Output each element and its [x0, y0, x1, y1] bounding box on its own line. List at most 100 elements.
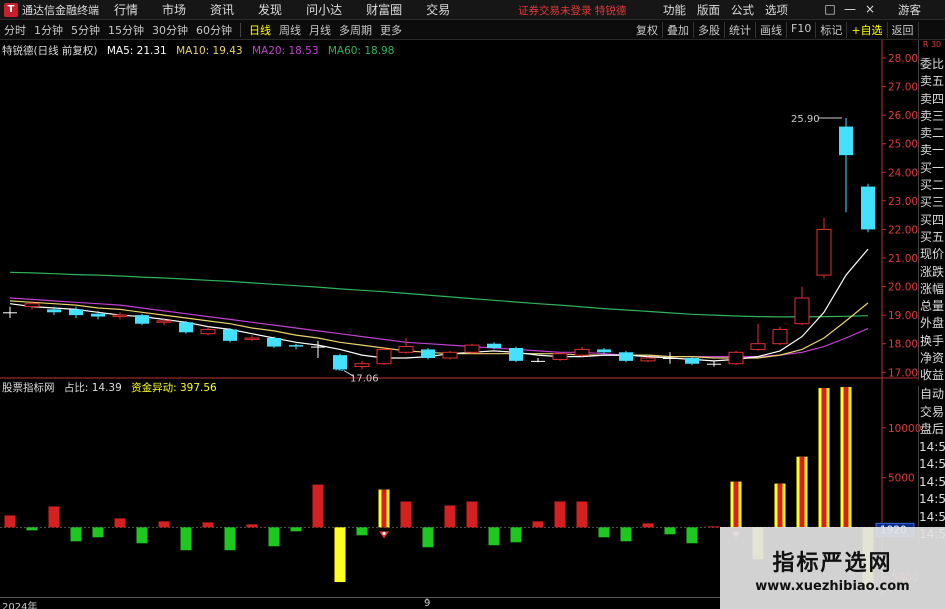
watermark: 指标严选网 www.xuezhibiao.com [720, 527, 945, 609]
indicator-bar [400, 501, 412, 528]
side-quote-item[interactable]: 现价 [919, 246, 945, 263]
period-tab[interactable]: 1分钟 [33, 22, 64, 38]
side-quote-item[interactable]: 涨跌 [919, 264, 945, 281]
side-quote-item[interactable]: 买四 [919, 212, 945, 229]
price-tick-label: 26.00 [888, 110, 918, 122]
period-tab[interactable]: 30分钟 [151, 22, 189, 38]
side-quote-item[interactable]: 卖五 [919, 73, 945, 90]
period-tab[interactable]: 15分钟 [107, 22, 145, 38]
side-quote-item[interactable]: 换手 [919, 333, 945, 350]
period-tab[interactable]: 60分钟 [195, 22, 233, 38]
chart-tool-button[interactable]: 多股 [694, 22, 725, 38]
side-trade-item[interactable]: 14:50 [919, 439, 945, 457]
side-quote-item[interactable]: 收益 [919, 367, 945, 384]
ma20-value: MA20: 18.53 [251, 45, 319, 57]
indicator-bar [180, 527, 192, 551]
indicator-bar [356, 527, 368, 536]
menu-wealth[interactable]: 财富圈 [366, 1, 402, 18]
candle-body-down [663, 358, 677, 359]
buy-signal-dot [382, 531, 386, 535]
candle-body-down [289, 345, 303, 347]
side-trade-item[interactable]: 14:50 [919, 474, 945, 492]
side-trade-item[interactable]: 盘后 [919, 421, 945, 439]
side-trade-item[interactable]: 14:50 [919, 456, 945, 474]
minimize-icon[interactable]: — [840, 2, 860, 16]
side-trade-item[interactable]: 自动 [919, 386, 945, 404]
price-tick-label: 24.00 [888, 167, 918, 179]
side-trade-item[interactable]: 14:50 [919, 491, 945, 509]
side-quote-item[interactable]: 卖二 [919, 125, 945, 142]
candle-body-down [47, 309, 61, 313]
chart-tool-button[interactable]: 返回 [888, 22, 919, 38]
menu-function[interactable]: 功能 [663, 2, 686, 18]
chart-tool-button[interactable]: 统计 [725, 22, 756, 38]
candle-body-down [179, 322, 193, 333]
stock-name: 特锐德(日线 前复权) [2, 45, 98, 57]
close-icon[interactable]: × [860, 2, 880, 16]
menu-ask[interactable]: 问小达 [306, 1, 342, 18]
signal-bar-core [799, 456, 805, 528]
period-tab[interactable]: 月线 [308, 22, 332, 38]
side-quote-item[interactable]: 卖三 [919, 108, 945, 125]
chart-tools: 复权 叠加 多股 统计 画线 F10 标记 +自选 返回 [632, 22, 919, 38]
menu-trade[interactable]: 交易 [426, 1, 450, 18]
period-tab[interactable]: 更多 [379, 22, 403, 38]
low-price-label: 17.06 [350, 374, 379, 385]
period-tab[interactable]: 周线 [278, 22, 302, 38]
login-warning[interactable]: 证券交易未登录 特锐德 [518, 3, 626, 18]
side-quote-item[interactable]: 外盘 [919, 315, 945, 332]
side-quote-item[interactable]: 净资 [919, 350, 945, 367]
period-tab[interactable]: 5分钟 [70, 22, 101, 38]
candle-body-down [69, 309, 83, 316]
price-tick-label: 21.00 [888, 253, 918, 265]
chart-tool-button[interactable]: 叠加 [663, 22, 694, 38]
side-quote-item[interactable]: 卖一 [919, 142, 945, 159]
side-quote-item[interactable]: 委比 [919, 56, 945, 73]
side-quote-item[interactable]: 买二 [919, 177, 945, 194]
candle-body-up [354, 363, 370, 368]
candle-body-up [552, 353, 568, 360]
side-quote-item[interactable]: 买五 [919, 229, 945, 246]
kline-chart[interactable]: 28.00 27.00 26.00 25.00 24.00 23.00 22.00 21.00… [0, 40, 945, 609]
period-tab[interactable]: 日线 [248, 22, 272, 38]
chart-tool-button[interactable]: 标记 [816, 22, 848, 38]
indicator-legend: 股票指标网 占比: 14.39 资金异动: 397.56 [2, 380, 223, 395]
indicator-bar [422, 527, 434, 548]
chart-tool-button[interactable]: 复权 [632, 22, 663, 38]
indicator-bar [642, 523, 654, 528]
price-tick-label: 19.00 [888, 310, 918, 322]
volume-tick-label: 5000 [888, 473, 915, 485]
side-trade-item[interactable]: 14:50 [919, 509, 945, 527]
candle-body-up [442, 351, 458, 359]
indicator-bar [114, 518, 126, 528]
indicator-bar [136, 527, 148, 544]
menu-quotes[interactable]: 行情 [114, 1, 138, 18]
chart-tool-button[interactable]: 画线 [756, 22, 787, 38]
chart-tool-button[interactable]: F10 [787, 22, 817, 38]
menu-market[interactable]: 市场 [162, 1, 186, 18]
fund-value: 资金异动: 397.56 [131, 382, 217, 394]
indicator-bar [708, 526, 720, 528]
side-quote-item[interactable]: 卖四 [919, 91, 945, 108]
side-quote-item[interactable]: 总量 [919, 298, 945, 315]
side-trade-item[interactable]: 交易 [919, 404, 945, 422]
chart-tool-button[interactable]: +自选 [847, 22, 888, 38]
side-quote-item[interactable]: 涨幅 [919, 281, 945, 298]
candle-body-up [398, 346, 414, 353]
menu-formula[interactable]: 公式 [731, 2, 754, 18]
period-tab[interactable]: 分时 [3, 22, 27, 38]
guest-label[interactable]: 游客 [898, 2, 921, 18]
menu-options[interactable]: 选项 [765, 2, 788, 18]
menu-news[interactable]: 资讯 [210, 1, 234, 18]
menu-discover[interactable]: 发现 [258, 1, 282, 18]
side-quote-item[interactable]: 买三 [919, 194, 945, 211]
menu-layout[interactable]: 版面 [697, 2, 720, 18]
signal-bar-core [733, 481, 739, 528]
side-quote-item[interactable]: 买一 [919, 160, 945, 177]
x-axis-mid-label: 9 [424, 598, 431, 609]
indicator-bar [554, 501, 566, 528]
signal-bar-core [843, 387, 849, 528]
price-tick-label: 18.00 [888, 339, 918, 351]
period-tab[interactable]: 多周期 [338, 22, 373, 38]
maximize-icon[interactable]: □ [820, 2, 840, 16]
